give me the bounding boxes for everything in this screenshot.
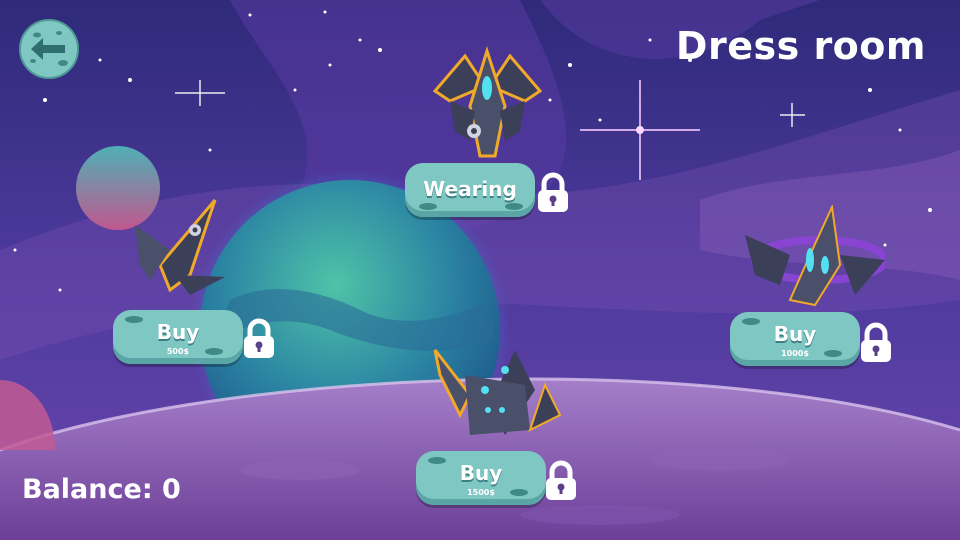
ship-left-image xyxy=(135,199,225,295)
ship-top-image xyxy=(432,46,543,158)
balance-label: Balance: xyxy=(22,474,153,505)
lock-icon-top xyxy=(538,172,568,212)
wearing-button[interactable]: Wearing xyxy=(405,163,535,217)
wearing-label: Wearing xyxy=(423,177,517,201)
price-left: 500$ xyxy=(166,347,190,356)
balance-value: 0 xyxy=(162,474,181,505)
buy-button-right[interactable]: Buy 1000$ xyxy=(730,312,860,366)
lock-icon-left xyxy=(244,318,274,358)
ship-right-image xyxy=(745,205,885,307)
arrow-left-icon xyxy=(19,19,79,79)
buy-label-left: Buy xyxy=(156,320,200,344)
buy-label-bottom: Buy xyxy=(459,461,503,485)
price-bottom: 1500$ xyxy=(467,488,495,497)
lock-icon-bottom xyxy=(546,460,576,500)
ship-bottom-image xyxy=(433,349,562,435)
lock-icon-right xyxy=(861,322,891,362)
balance-display: Balance: 0 xyxy=(22,474,181,505)
back-button[interactable] xyxy=(19,19,79,79)
page-title: Dress room xyxy=(675,24,926,68)
price-right: 1000$ xyxy=(781,349,809,358)
buy-button-left[interactable]: Buy 500$ xyxy=(113,310,243,364)
buy-button-bottom[interactable]: Buy 1500$ xyxy=(416,451,546,505)
buy-label-right: Buy xyxy=(773,322,817,346)
